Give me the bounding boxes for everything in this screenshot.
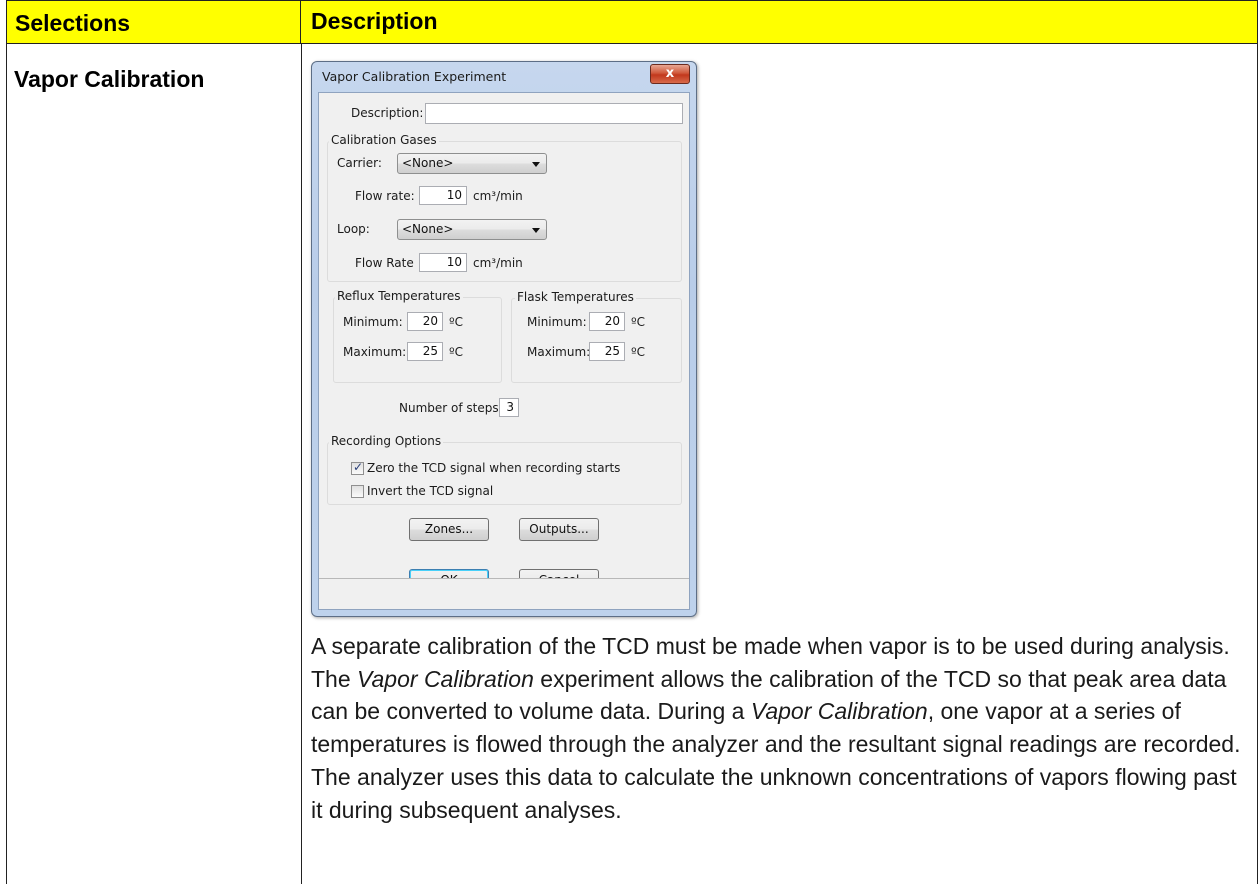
dialog-status-bar [319, 578, 689, 609]
outputs-button[interactable]: Outputs... [519, 518, 599, 541]
calibration-gases-title: Calibration Gases [329, 133, 439, 147]
loop-dropdown-value: <None> [402, 222, 454, 236]
carrier-dropdown[interactable]: <None> [397, 153, 547, 174]
reflux-minimum-unit: ºC [449, 315, 464, 329]
description-input[interactable] [425, 103, 683, 124]
reflux-minimum-label: Minimum: [343, 315, 403, 329]
header-selections: Selections [6, 0, 301, 44]
zero-tcd-label: Zero the TCD signal when recording start… [367, 461, 621, 475]
carrier-flow-label: Flow rate: [355, 189, 415, 203]
description-emphasis-2: Vapor Calibration [750, 698, 928, 725]
carrier-flow-input[interactable]: 10 [419, 186, 467, 205]
dialog-body: Description: Calibration Gases Carrier: … [318, 92, 690, 610]
loop-flow-label: Flow Rate [355, 256, 414, 270]
loop-flow-unit: cm³/min [473, 256, 523, 270]
steps-input[interactable]: 3 [499, 398, 519, 417]
steps-label: Number of steps: [399, 401, 503, 415]
recording-options-title: Recording Options [329, 434, 444, 448]
reflux-maximum-label: Maximum: [343, 345, 407, 359]
zones-button[interactable]: Zones... [409, 518, 489, 541]
flask-temperatures-title: Flask Temperatures [515, 290, 636, 304]
flask-minimum-label: Minimum: [527, 315, 587, 329]
selections-table: Selections Description Vapor Calibration… [0, 0, 1259, 884]
table-border-right [1257, 44, 1258, 884]
zero-tcd-checkbox[interactable]: ✓ [351, 460, 364, 475]
header-selections-label: Selections [15, 10, 131, 36]
row-label-vapor-calibration: Vapor Calibration [14, 66, 205, 92]
reflux-minimum-input[interactable]: 20 [407, 312, 443, 331]
reflux-maximum-input[interactable]: 25 [407, 342, 443, 361]
table-column-divider [301, 44, 302, 884]
flask-maximum-label: Maximum: [527, 345, 591, 359]
invert-tcd-label: Invert the TCD signal [367, 484, 494, 498]
flask-minimum-unit: ºC [631, 315, 646, 329]
chevron-down-icon [532, 228, 540, 233]
flask-temperatures-group [511, 298, 682, 383]
description-emphasis-1: Vapor Calibration [357, 665, 534, 692]
dialog-title: Vapor Calibration Experiment [322, 69, 507, 84]
description-paragraph: A separate calibration of the TCD must b… [311, 630, 1241, 826]
reflux-maximum-unit: ºC [449, 345, 464, 359]
close-icon: x [665, 66, 675, 81]
checkmark-icon: ✓ [353, 460, 364, 474]
reflux-temperatures-title: Reflux Temperatures [335, 289, 463, 303]
reflux-temperatures-group [333, 297, 502, 383]
carrier-label: Carrier: [337, 156, 382, 170]
header-description: Description [301, 0, 1258, 44]
loop-dropdown[interactable]: <None> [397, 219, 547, 240]
close-button[interactable]: x [650, 64, 690, 84]
loop-flow-input[interactable]: 10 [419, 253, 467, 272]
flask-maximum-unit: ºC [631, 345, 646, 359]
loop-label: Loop: [337, 222, 370, 236]
flask-maximum-input[interactable]: 25 [589, 342, 625, 361]
invert-tcd-checkbox[interactable] [351, 485, 364, 498]
header-description-label: Description [311, 8, 438, 34]
chevron-down-icon [532, 162, 540, 167]
table-border-left [6, 44, 7, 884]
vapor-calibration-dialog: Vapor Calibration Experiment x Descripti… [311, 61, 697, 617]
description-label: Description: [351, 106, 424, 120]
carrier-dropdown-value: <None> [402, 156, 454, 170]
carrier-flow-unit: cm³/min [473, 189, 523, 203]
flask-minimum-input[interactable]: 20 [589, 312, 625, 331]
